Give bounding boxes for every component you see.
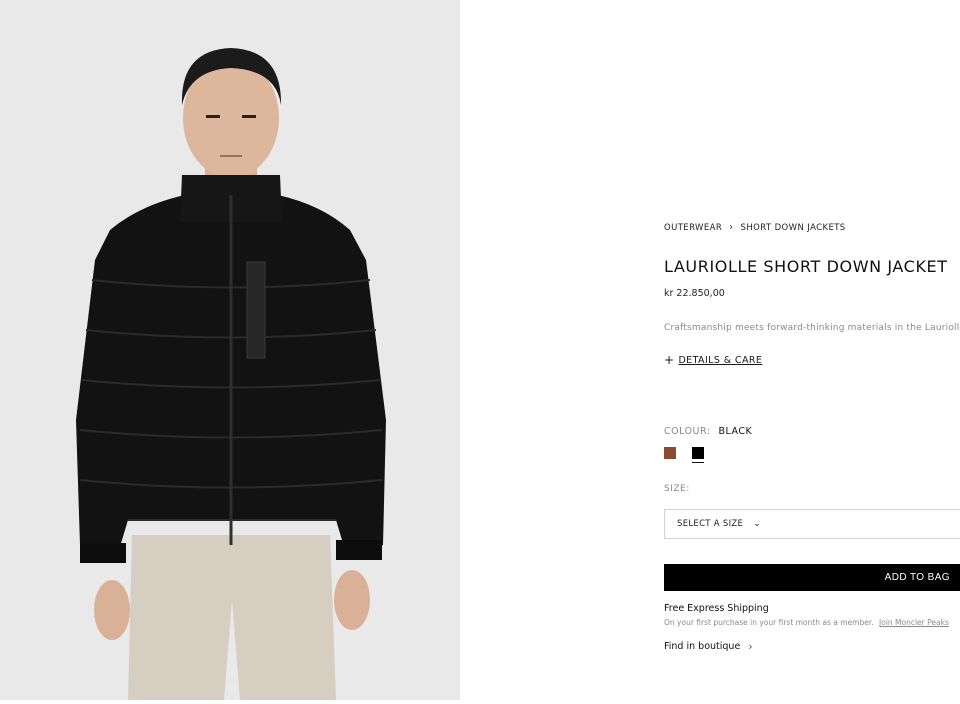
product-description: Craftsmanship meets forward-thinking mat… <box>664 323 960 333</box>
find-in-boutique-link[interactable]: Find in boutique › <box>664 640 753 653</box>
chevron-right-icon: › <box>729 222 734 233</box>
shipping-note-text: On your first purchase in your first mon… <box>664 618 874 627</box>
size-label: SIZE: <box>664 484 690 494</box>
product-title: LAURIOLLE SHORT DOWN JACKET <box>664 257 948 276</box>
colour-swatches <box>664 447 704 463</box>
find-in-boutique-label: Find in boutique <box>664 641 741 652</box>
colour-row: COLOUR: BLACK <box>664 426 752 437</box>
size-select-text: SELECT A SIZE <box>677 519 744 529</box>
product-photo[interactable] <box>0 0 460 700</box>
shipping-note: On your first purchase in your first mon… <box>664 618 949 627</box>
breadcrumb-item-short-down-jackets[interactable]: SHORT DOWN JACKETS <box>741 223 846 233</box>
swatch-black[interactable] <box>692 447 704 463</box>
product-info-panel: OUTERWEAR › SHORT DOWN JACKETS LAURIOLLE… <box>664 0 960 704</box>
add-to-bag-button[interactable]: ADD TO BAG <box>664 564 960 591</box>
breadcrumb: OUTERWEAR › SHORT DOWN JACKETS <box>664 222 846 233</box>
plus-icon: + <box>664 353 675 367</box>
product-price: kr 22.850,00 <box>664 288 725 299</box>
colour-selected-value: BLACK <box>718 426 753 437</box>
details-care-label[interactable]: DETAILS & CARE <box>678 355 762 366</box>
chevron-right-icon: › <box>748 640 753 653</box>
shipping-title: Free Express Shipping <box>664 603 769 614</box>
colour-label: COLOUR: <box>664 426 711 437</box>
chevron-down-icon: ⌄ <box>753 519 762 529</box>
product-photo-illustration <box>0 0 460 700</box>
join-moncler-peaks-link[interactable]: Join Moncler Peaks <box>879 618 949 627</box>
breadcrumb-item-outerwear[interactable]: OUTERWEAR <box>664 223 722 233</box>
details-care-toggle[interactable]: + DETAILS & CARE <box>664 354 762 366</box>
size-select[interactable]: SELECT A SIZE ⌄ <box>664 509 960 539</box>
swatch-brown[interactable] <box>664 447 676 459</box>
